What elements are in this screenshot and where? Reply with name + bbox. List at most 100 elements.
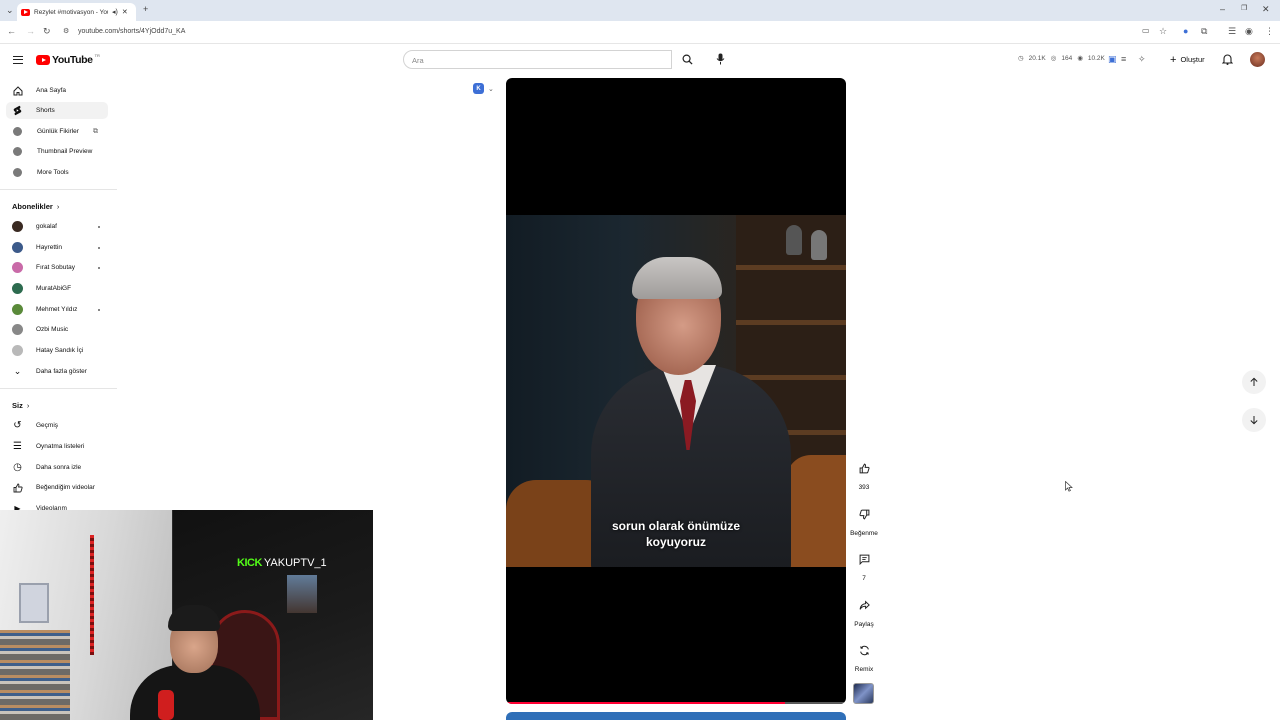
remix-label: Remix (854, 666, 874, 673)
sidebar-item-label: Daha sonra izle (36, 464, 82, 471)
sidebar-item-label: Ana Sayfa (36, 87, 66, 94)
url-field[interactable]: youtube.com/shorts/4YjOdd7u_KA (78, 28, 185, 35)
video-frame (506, 215, 846, 567)
share-button[interactable] (853, 594, 875, 616)
share-action[interactable]: Paylaş (849, 594, 879, 628)
sidebar-item-subscription[interactable]: Ozbi Music (6, 321, 108, 338)
kick-overlay: KICK YAKUPTV_1 (237, 557, 327, 569)
logo-text: YouTube (52, 54, 93, 66)
show-more-button[interactable]: ⌄ Daha fazla göster (6, 363, 108, 380)
minimize-icon[interactable]: – (1220, 5, 1225, 14)
stat-value: 10.2K (1087, 54, 1105, 62)
back-icon[interactable]: ← (7, 27, 16, 36)
menu-hamburger-icon[interactable] (13, 56, 23, 64)
create-button[interactable]: + Oluştur (1164, 50, 1211, 69)
sidebar-item-history[interactable]: ↺ Geçmiş (6, 417, 108, 434)
youtube-logo[interactable]: YouTube TR (36, 53, 100, 66)
browser-menu-icon[interactable]: ⋮ (1265, 27, 1274, 36)
shorts-icon (12, 105, 23, 116)
webcam-poster (287, 575, 317, 613)
sidebar-divider (0, 388, 117, 389)
sidebar-item-subscription[interactable]: Hayrettin (6, 239, 108, 256)
restore-icon[interactable]: ❐ (1241, 5, 1247, 12)
caption-line: sorun olarak önümüze (611, 519, 741, 533)
browser-tab[interactable]: Rezylet #motivasyon - YouT ◂) ✕ (17, 3, 136, 21)
video-progress-bar[interactable] (506, 702, 846, 704)
window-close-icon[interactable]: ✕ (1262, 5, 1270, 14)
subscriptions-heading[interactable]: Abonelikler › (12, 202, 59, 211)
new-content-dot (98, 246, 100, 249)
you-title: Siz (12, 401, 23, 410)
dislike-button[interactable] (853, 503, 875, 525)
sidebar-item-subscription[interactable]: Mehmet Yıldız (6, 301, 108, 318)
extension-sparkle-icon[interactable]: ✧ (1138, 54, 1146, 65)
cast-icon[interactable]: ▭ (1142, 27, 1150, 35)
new-content-dot (98, 266, 100, 269)
sidebar-item-gunluk-fikirler[interactable]: Günlük Fikirler ⧉ (6, 123, 108, 140)
reload-icon[interactable]: ↻ (43, 27, 51, 36)
speaker-icon[interactable]: ◂) (112, 9, 118, 16)
guide-sidebar: Ana Sayfa Shorts Günlük Fikirler ⧉ Thumb… (0, 76, 117, 520)
remix-action[interactable]: Remix (849, 639, 879, 673)
sidebar-item-playlists[interactable]: ☰ Oynatma listeleri (6, 438, 108, 455)
site-info-icon[interactable]: ⚙ (63, 28, 69, 35)
channel-name: gokalaf (36, 223, 57, 230)
sidebar-item-shorts[interactable]: Shorts (6, 102, 108, 119)
chevron-down-icon: ⌄ (488, 85, 494, 93)
profile-icon[interactable]: ◉ (1245, 27, 1253, 36)
plus-icon: + (1170, 53, 1177, 66)
channel-avatar (12, 345, 23, 356)
bookshelf (0, 630, 70, 720)
next-short-button[interactable] (1242, 408, 1266, 432)
sound-thumbnail[interactable] (853, 683, 874, 704)
previous-short-button[interactable] (1242, 370, 1266, 394)
extension-badge-icon[interactable]: ▣ (1108, 54, 1117, 65)
armchair (786, 455, 846, 567)
comment-count: 7 (862, 575, 866, 582)
sidebar-item-label: Günlük Fikirler (37, 128, 79, 135)
tab-close-icon[interactable]: ✕ (122, 9, 128, 16)
stat-value: 20.1K (1028, 54, 1046, 62)
extension-chip[interactable]: K ⌄ (473, 83, 494, 94)
kick-username: YAKUPTV_1 (263, 557, 327, 569)
you-heading[interactable]: Siz › (12, 401, 29, 410)
sidebar-item-home[interactable]: Ana Sayfa (6, 82, 108, 99)
youtube-play-logo-icon (36, 55, 50, 65)
sidebar-item-thumbnail-preview[interactable]: Thumbnail Preview (6, 143, 108, 160)
clock-icon: ◷ (1018, 55, 1024, 62)
bookmark-star-icon[interactable]: ☆ (1159, 27, 1167, 36)
voice-search-button[interactable] (709, 48, 731, 70)
comments-action[interactable]: 7 (849, 548, 879, 582)
puzzle-icon[interactable]: ⧉ (1201, 27, 1207, 36)
sidebar-item-subscription[interactable]: Fırat Sobutay (6, 259, 108, 276)
like-button[interactable] (853, 457, 875, 479)
search-input[interactable]: Ara (403, 50, 672, 69)
comments-button[interactable] (853, 548, 875, 570)
dislike-action[interactable]: Beğenme (849, 503, 879, 537)
tab-list-chevron-icon[interactable]: ⌄ (6, 6, 14, 15)
create-label: Oluştur (1180, 55, 1205, 64)
account-avatar[interactable] (1250, 52, 1265, 67)
sidebar-item-subscription[interactable]: Hatay Sandık İçi (6, 342, 108, 359)
remix-button[interactable] (853, 639, 875, 661)
sidebar-item-liked-videos[interactable]: Beğendiğim videolar (6, 479, 108, 496)
chevron-down-icon: ⌄ (13, 366, 22, 376)
sidebar-item-subscription[interactable]: gokalaf (6, 218, 108, 235)
shorts-video-player[interactable]: sorun olarak önümüze koyuyoruz (506, 78, 846, 704)
extension-icon[interactable]: ● (1183, 27, 1188, 36)
comment-icon (859, 554, 869, 565)
channel-avatar (12, 262, 23, 273)
extension-list-icon[interactable]: ≡ (1121, 54, 1126, 64)
notifications-bell-icon[interactable] (1222, 53, 1233, 65)
like-action[interactable]: 393 (849, 457, 879, 491)
decor-vase (811, 230, 827, 260)
reading-list-icon[interactable]: ☰ (1228, 27, 1236, 36)
sidebar-item-more-tools[interactable]: More Tools (6, 164, 108, 181)
search-button[interactable] (672, 50, 702, 69)
forward-icon[interactable]: → (26, 27, 35, 36)
new-tab-icon[interactable]: + (143, 5, 148, 14)
channel-avatar (12, 242, 23, 253)
sidebar-item-watch-later[interactable]: ◷ Daha sonra izle (6, 459, 108, 476)
sidebar-item-subscription[interactable]: MuratAbiGF (6, 280, 108, 297)
next-short-preview[interactable] (506, 712, 846, 720)
